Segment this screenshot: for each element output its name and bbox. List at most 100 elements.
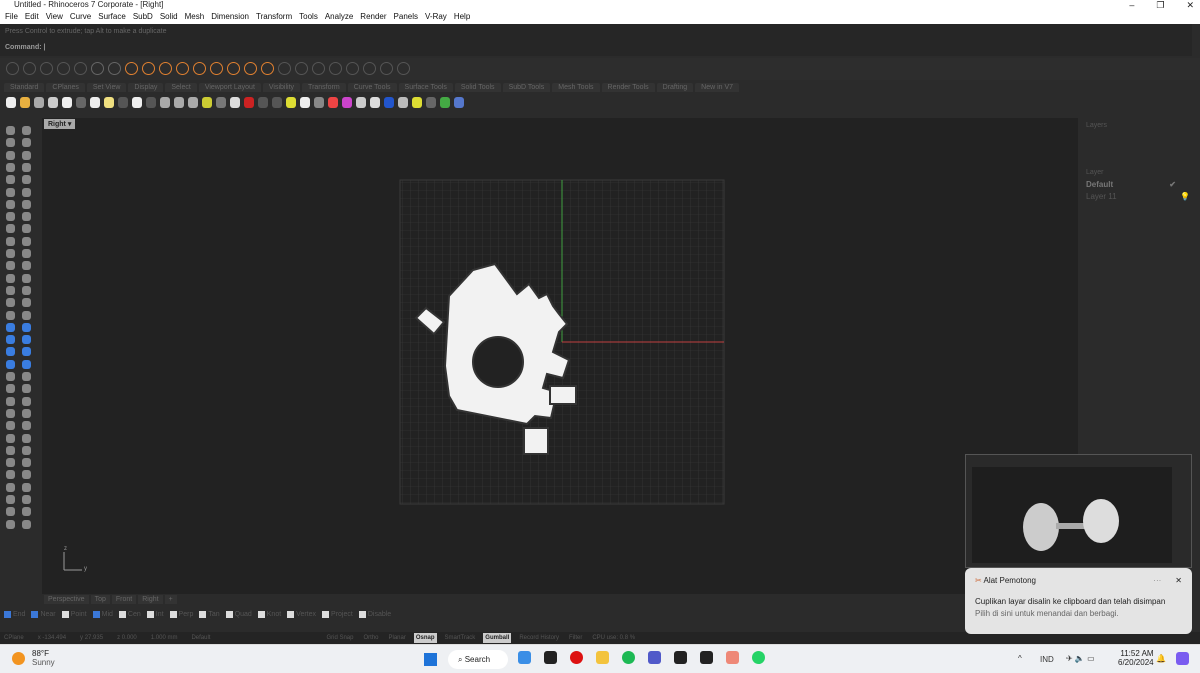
tool-icon[interactable]	[6, 445, 15, 455]
tool-icon[interactable]	[118, 97, 128, 108]
tool-icon[interactable]	[6, 212, 15, 222]
tool-icon[interactable]	[6, 433, 15, 443]
tool-icon[interactable]	[76, 97, 86, 108]
tool-icon[interactable]	[74, 62, 87, 75]
tool-icon[interactable]	[22, 285, 31, 295]
menu-subd[interactable]: SubD	[133, 10, 153, 24]
tool-icon[interactable]	[20, 97, 30, 108]
tool-icon[interactable]	[22, 162, 31, 172]
osnap-int[interactable]: Int	[146, 611, 164, 618]
menu-transform[interactable]: Transform	[256, 10, 292, 24]
checkbox[interactable]	[225, 611, 233, 618]
osnap-vertex[interactable]: Vertex	[287, 611, 316, 618]
tool-icon[interactable]	[108, 62, 121, 75]
tool-icon[interactable]	[22, 470, 31, 480]
menu-view[interactable]: View	[46, 10, 63, 24]
tool-icon[interactable]	[48, 97, 58, 108]
tool-icon[interactable]	[22, 150, 31, 160]
file-explorer-icon[interactable]	[596, 651, 609, 664]
current-layer[interactable]: Default	[191, 633, 210, 643]
tool-icon[interactable]	[22, 433, 31, 443]
menu-v-ray[interactable]: V-Ray	[425, 10, 447, 24]
tool-icon[interactable]	[6, 285, 15, 295]
tool-icon[interactable]	[22, 372, 31, 381]
tool-icon[interactable]	[6, 322, 15, 332]
tool-icon[interactable]	[6, 495, 15, 504]
pane-cpu-use-[interactable]: CPU use: 0.8 %	[590, 633, 637, 643]
checkbox[interactable]	[358, 611, 366, 618]
tool-icon[interactable]	[193, 62, 206, 75]
pane-osnap[interactable]: Osnap	[413, 633, 437, 643]
tool-icon[interactable]	[6, 224, 15, 234]
tool-icon[interactable]	[159, 62, 172, 75]
checkbox[interactable]	[92, 611, 100, 618]
osnap-end[interactable]: End	[4, 611, 25, 618]
tool-icon[interactable]	[188, 97, 198, 108]
tool-icon[interactable]	[6, 396, 15, 406]
tool-icon[interactable]	[6, 470, 15, 480]
tab-display[interactable]: Display	[128, 83, 164, 92]
tool-icon[interactable]	[22, 310, 31, 320]
chevron-up-icon[interactable]: ^	[1018, 654, 1022, 663]
tool-icon[interactable]	[227, 62, 240, 75]
search-box[interactable]: ⌕ Search	[448, 650, 508, 669]
tool-icon[interactable]	[230, 97, 240, 108]
checkbox[interactable]	[61, 611, 69, 618]
tool-icon[interactable]	[57, 62, 70, 75]
menu-curve[interactable]: Curve	[70, 10, 91, 24]
tool-icon[interactable]	[22, 396, 31, 406]
tab-visibility[interactable]: Visibility	[262, 83, 301, 92]
osnap-mid[interactable]: Mid	[92, 611, 113, 618]
osnap-near[interactable]: Near	[31, 611, 56, 618]
tool-icon[interactable]	[34, 97, 44, 108]
layer-row-default[interactable]: Default ✔	[1086, 180, 1176, 189]
tool-icon[interactable]	[6, 372, 15, 381]
pane-grid-snap[interactable]: Grid Snap	[324, 633, 355, 643]
tool-icon[interactable]	[6, 421, 15, 431]
tab-drafting[interactable]: Drafting	[656, 83, 694, 92]
osnap-tan[interactable]: Tan	[199, 611, 220, 618]
tool-icon[interactable]	[22, 347, 31, 357]
tab-surface-tools[interactable]: Surface Tools	[398, 83, 453, 92]
tool-icon[interactable]	[22, 224, 31, 234]
pane-gumball[interactable]: Gumball	[483, 633, 512, 643]
tab-curve-tools[interactable]: Curve Tools	[347, 83, 397, 92]
tool-icon[interactable]	[6, 347, 15, 357]
viewport-tab-right[interactable]: Right	[138, 595, 163, 604]
osnap-knot[interactable]: Knot	[257, 611, 281, 618]
tool-icon[interactable]	[132, 97, 142, 108]
tool-icon[interactable]	[22, 126, 31, 135]
pane-smarttrack[interactable]: SmartTrack	[443, 633, 478, 643]
copilot-icon[interactable]	[1176, 652, 1189, 665]
menu-surface[interactable]: Surface	[98, 10, 126, 24]
pane-planar[interactable]: Planar	[387, 633, 408, 643]
tool-icon[interactable]	[356, 97, 366, 108]
tool-icon[interactable]	[22, 482, 31, 492]
tool-icon[interactable]	[286, 97, 296, 108]
tool-icon[interactable]	[6, 249, 15, 258]
osnap-point[interactable]: Point	[61, 611, 87, 618]
tool-icon[interactable]	[6, 384, 15, 394]
rhino-icon-3[interactable]	[700, 651, 713, 664]
tool-icon[interactable]	[6, 507, 15, 517]
start-button[interactable]	[424, 653, 437, 666]
tool-icon[interactable]	[22, 335, 31, 345]
tool-icon[interactable]	[22, 421, 31, 431]
clock[interactable]: 11:52 AM 6/20/2024	[1118, 649, 1154, 667]
tool-icon[interactable]	[125, 62, 138, 75]
menu-help[interactable]: Help	[454, 10, 470, 24]
menu-panels[interactable]: Panels	[394, 10, 418, 24]
tool-icon[interactable]	[6, 126, 15, 135]
tool-icon[interactable]	[22, 507, 31, 517]
osnap-disable[interactable]: Disable	[358, 611, 391, 618]
tool-icon[interactable]	[22, 408, 31, 418]
tool-icon[interactable]	[22, 445, 31, 455]
tool-icon[interactable]	[6, 138, 15, 148]
tool-icon[interactable]	[22, 138, 31, 148]
tool-icon[interactable]	[454, 97, 464, 108]
tool-icon[interactable]	[397, 62, 410, 75]
viewport-right[interactable]: zy	[42, 118, 1078, 594]
tool-icon[interactable]	[412, 97, 422, 108]
tool-icon[interactable]	[312, 62, 325, 75]
tool-icon[interactable]	[22, 236, 31, 246]
